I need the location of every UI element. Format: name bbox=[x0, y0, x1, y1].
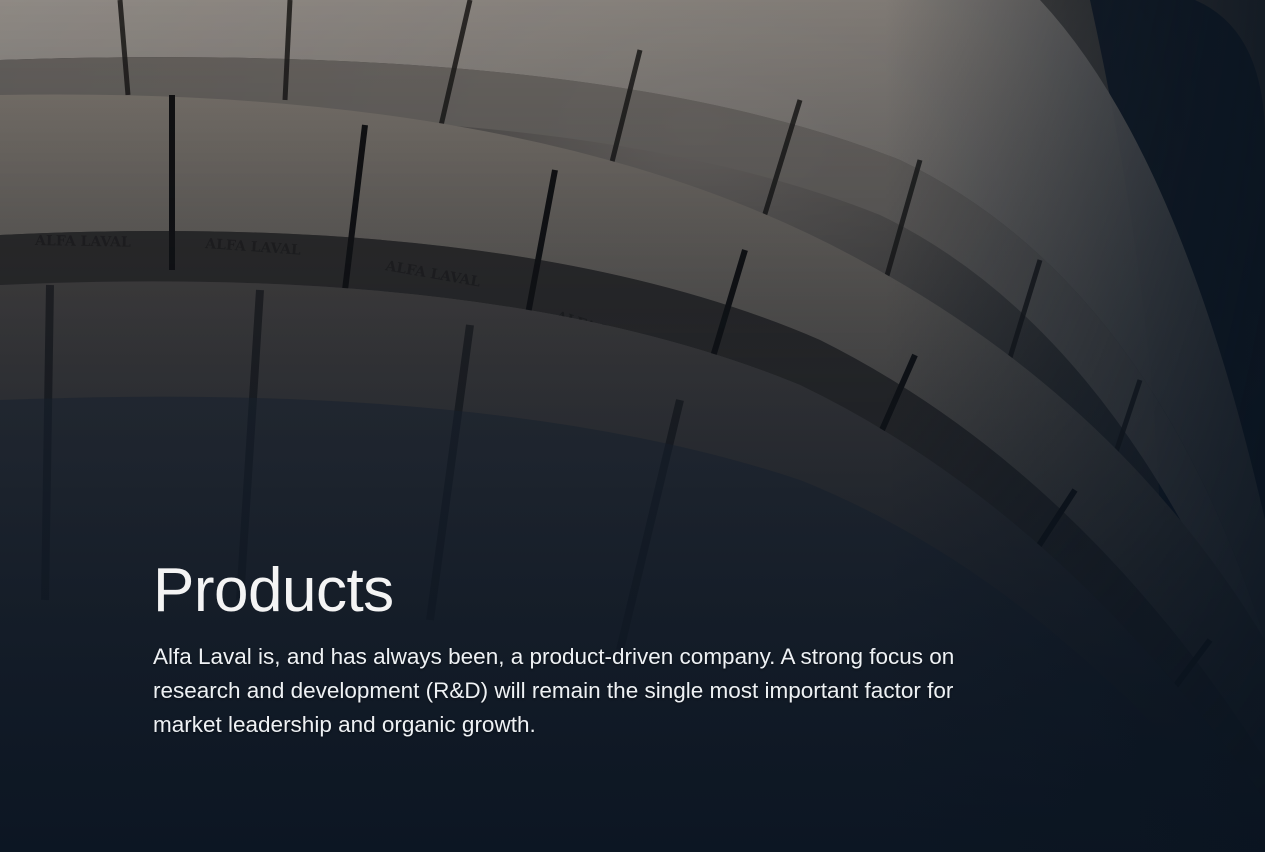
hero-banner: ALFA LAVAL ALFA LAVAL ALFA LAVAL ALFA LA… bbox=[0, 0, 1265, 852]
hero-text-block: Products Alfa Laval is, and has always b… bbox=[153, 548, 1013, 742]
hero-description: Alfa Laval is, and has always been, a pr… bbox=[153, 644, 955, 737]
hero-title: Products bbox=[153, 556, 394, 625]
